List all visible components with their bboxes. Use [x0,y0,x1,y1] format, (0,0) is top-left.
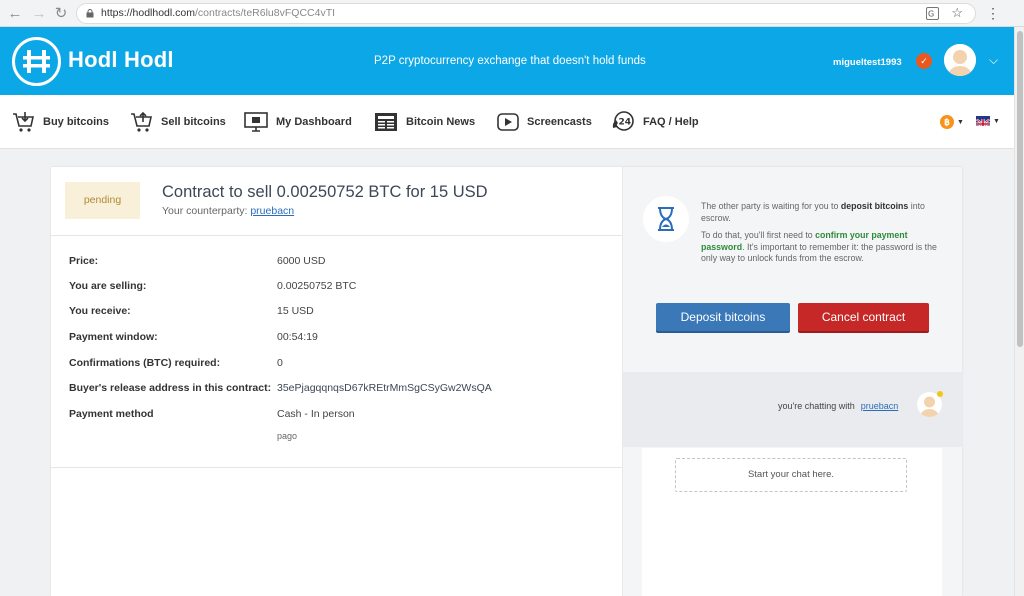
avatar[interactable] [944,44,976,76]
detail-label: Payment window: [69,331,158,343]
contract-panel: pending Contract to sell 0.00250752 BTC … [51,167,963,596]
tagline: P2P cryptocurrency exchange that doesn't… [374,55,646,67]
detail-value: 0 [277,357,283,369]
payment-note: pago [277,431,298,441]
nav-label: Bitcoin News [406,116,476,128]
contract-details: pending Contract to sell 0.00250752 BTC … [51,167,622,596]
browser-menu-icon[interactable]: ⋮ [986,5,1000,21]
hourglass-icon [643,196,689,242]
nav-screencasts[interactable]: Screencasts [497,95,592,149]
instruction-paragraph-1: The other party is waiting for you to de… [701,201,925,223]
logo-text[interactable]: Hodl Hodl [68,47,174,73]
translate-icon[interactable]: G [926,7,939,20]
detail-label: Payment method [69,408,154,420]
escrow-info: The other party is waiting for you to de… [623,167,963,372]
chat-area: Start your chat here. [642,448,942,596]
detail-row-payment-method: Payment method Cash - In person [69,408,609,424]
page-scrollbar[interactable] [1014,27,1024,596]
cart-up-icon [131,111,152,132]
svg-text:24: 24 [619,118,632,128]
caret-down-icon: ▼ [957,118,964,126]
divider [51,235,622,236]
escrow-instructions: The other party is waiting for you to de… [701,201,947,271]
newspaper-icon [375,113,397,131]
detail-value: 15 USD [277,305,314,317]
action-sidebar: The other party is waiting for you to de… [622,167,963,596]
divider [51,467,622,468]
detail-row-selling: You are selling: 0.00250752 BTC [69,280,609,296]
release-address[interactable]: 35ePjagqqnqsD67kREtrMmSgCSyGw2WsQA [277,382,492,394]
nav-label: Sell bitcoins [161,116,226,128]
nav-label: Screencasts [527,116,592,128]
support-24-icon: 24 [612,111,634,131]
username[interactable]: migueltest1993 [833,57,902,68]
hodlhodl-logo-icon[interactable] [12,37,61,86]
chatting-label: you're chatting with [778,401,855,411]
counterparty-label: Your counterparty: [162,205,251,217]
nav-bitcoin-news[interactable]: Bitcoin News [374,95,475,149]
nav-my-dashboard[interactable]: My Dashboard [244,95,352,149]
nav-buy-bitcoins[interactable]: Buy bitcoins [12,95,109,149]
play-icon [497,113,519,131]
currency-selector[interactable]: ฿ ▼ [940,114,964,130]
detail-label: You are selling: [69,280,147,292]
detail-label: Price: [69,255,99,267]
scrollbar-thumb[interactable] [1017,31,1023,347]
browser-toolbar: ← → ↻ https://hodlhodl.com/contracts/teR… [0,0,1024,27]
detail-value: Cash - In person [277,408,355,420]
verified-shield-icon[interactable]: ✓ [916,53,932,69]
svg-text:G: G [928,10,934,19]
detail-label: Buyer's release address in this contract… [69,382,272,394]
nav-label: My Dashboard [276,116,352,128]
lock-icon [86,9,94,18]
counterparty-line: Your counterparty: pruebacn [162,205,294,217]
chevron-down-icon[interactable]: ⌵ [989,53,998,68]
detail-value: 6000 USD [277,255,326,267]
chat-input[interactable]: Start your chat here. [675,458,907,492]
nav-faq-help[interactable]: 24 FAQ / Help [611,95,699,149]
detail-value: 0.00250752 BTC [277,280,357,292]
url-text: https://hodlhodl.com/contracts/teR6lu8vF… [101,7,336,19]
nav-label: Buy bitcoins [43,116,110,128]
detail-label: Confirmations (BTC) required: [69,357,221,369]
detail-row-confirmations: Confirmations (BTC) required: 0 [69,357,609,373]
online-status-dot [937,391,943,397]
monitor-icon [244,112,268,132]
cancel-contract-button[interactable]: Cancel contract [798,303,929,331]
back-icon[interactable]: ← [6,5,24,23]
detail-row-release-address: Buyer's release address in this contract… [69,382,609,398]
status-badge: pending [65,182,140,219]
nav-sell-bitcoins[interactable]: Sell bitcoins [130,95,226,149]
detail-label: You receive: [69,305,131,317]
address-bar[interactable]: https://hodlhodl.com/contracts/teR6lu8vF… [76,3,976,24]
instruction-paragraph-2: To do that, you'll first need to confirm… [701,230,937,263]
page-title: Contract to sell 0.00250752 BTC for 15 U… [162,183,488,201]
bookmark-star-icon[interactable]: ☆ [951,5,963,21]
uk-flag-icon [976,116,990,126]
counterparty-link[interactable]: pruebacn [250,205,294,217]
site-header: Hodl Hodl P2P cryptocurrency exchange th… [0,27,1014,95]
main-nav: Buy bitcoins Sell bitcoins My Dashboard … [0,95,1014,149]
reload-icon[interactable]: ↻ [52,5,70,23]
language-selector[interactable]: ▼ [976,116,1000,126]
detail-row-receive: You receive: 15 USD [69,305,609,321]
bitcoin-icon: ฿ [940,115,954,129]
cart-down-icon [13,112,34,132]
forward-icon[interactable]: → [30,5,48,23]
chat-partner-link[interactable]: pruebacn [861,401,899,411]
nav-label: FAQ / Help [643,116,699,128]
detail-value: 00:54:19 [277,331,318,343]
chat-partner-line: you're chatting with pruebacn [778,401,898,411]
detail-row-price: Price: 6000 USD [69,255,609,271]
detail-row-payment-window: Payment window: 00:54:19 [69,331,609,347]
deposit-bitcoins-button[interactable]: Deposit bitcoins [656,303,790,331]
caret-down-icon: ▼ [993,117,1000,125]
